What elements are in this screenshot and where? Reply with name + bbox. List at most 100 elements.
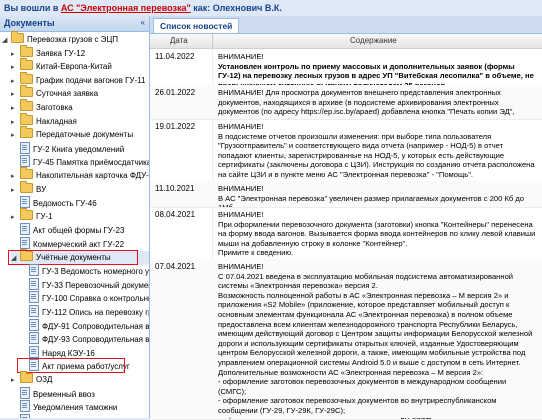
login-suffix: как: Олехнович В.К. [191, 3, 282, 13]
tree-item-label: Накопительная карточка ФДУ-92 [36, 171, 150, 180]
tree-item[interactable]: Ведомость ГУ-46 [11, 196, 149, 210]
news-date: 07.04.2021 [155, 262, 195, 271]
tree-item-label: ГУ-1 [36, 212, 53, 221]
news-date: 11.04.2022 [155, 52, 194, 61]
document-icon [20, 237, 30, 249]
tree-item-label: ФДУ-93 Сопроводительная ведо [42, 335, 150, 344]
tree-item[interactable]: ▸ВУ [11, 183, 149, 197]
tree-item-label: ГУ-45 Памятка приёмосдатчика [33, 158, 150, 167]
sidebar-header: Документы « [0, 16, 149, 32]
tree-item-label: Накладная [36, 117, 77, 126]
tree-item[interactable]: ▸Заявка ГУ-12 [11, 47, 149, 61]
tree-item-label: Временный ввоз [33, 390, 95, 399]
news-content: ВНИМАНИЕ!При оформлении перевозочного до… [218, 210, 536, 258]
document-icon [20, 155, 30, 167]
news-row[interactable]: 11.10.2021 ВНИМАНИЕ!В АС "Электронная пер… [150, 181, 542, 208]
tree-item[interactable]: Уведомления БТЛЦ [11, 414, 149, 418]
news-content: ВНИМАНИЕ!В АС "Электронная перевозка" ув… [218, 184, 536, 208]
highlight-box [9, 251, 137, 264]
tree-item[interactable]: ГУ-112 Опись на перевозку гру [20, 305, 149, 319]
tree-item[interactable]: Акт общей формы ГУ-23 [11, 223, 149, 237]
document-icon [20, 223, 30, 235]
column-header-date[interactable]: Дата [170, 36, 188, 45]
tree-item-label: Акт общей формы ГУ-23 [33, 226, 124, 235]
tree-item[interactable]: ▸Суточная заявка [11, 87, 149, 101]
news-content: ВНИМАНИЕ! Для просмотра документов внешн… [218, 88, 536, 120]
news-text: ВНИМАНИЕ! [218, 210, 536, 220]
tree-item[interactable]: Временный ввоз [11, 387, 149, 401]
tree-item-label: Суточная заявка [36, 89, 98, 98]
news-row[interactable]: 26.01.2022ВНИМАНИЕ! Для просмотра докуме… [150, 85, 542, 120]
tree-item[interactable]: ФДУ-91 Сопроводительная ведо [20, 319, 149, 333]
news-row[interactable]: 19.01.2022ВНИМАНИЕ!В подсистеме отчетов … [150, 119, 542, 182]
tree-item[interactable]: ▸Заготовка [11, 101, 149, 115]
news-content: ВНИМАНИЕ!С 07.04.2021 введена в эксплуат… [218, 262, 536, 420]
tree-item[interactable]: ▸График подачи вагонов ГУ-11 [11, 74, 149, 88]
tree-item[interactable]: ГУ-33 Перевозочный документ [20, 278, 149, 292]
tree-item[interactable]: Коммерческий акт ГУ-22 [11, 237, 149, 251]
news-row[interactable]: 07.04.2021 ВНИМАНИЕ!С 07.04.2021 введена … [150, 259, 542, 420]
folder-icon [20, 183, 33, 193]
tree-item[interactable]: Наряд КЭУ-16 [20, 346, 149, 360]
news-content: ВНИМАНИЕ!Установлен контроль по приему м… [218, 52, 536, 86]
folder-icon [11, 33, 24, 43]
document-icon [29, 346, 39, 358]
tree-item[interactable]: Уведомления таможни [11, 400, 149, 414]
news-text: ВНИМАНИЕ! [218, 262, 536, 272]
sidebar-title: Документы [4, 18, 55, 28]
app-link[interactable]: АС "Электронная перевозка" [61, 3, 191, 13]
document-icon [20, 387, 30, 399]
tree-item-label: Перевозка грузов с ЭЦП [27, 35, 118, 44]
news-row[interactable]: 11.04.2022 ВНИМАНИЕ!Установлен контроль п… [150, 49, 542, 86]
tree-item[interactable]: ▸ГУ-1 [11, 210, 149, 224]
document-icon [29, 278, 39, 290]
tree-item[interactable]: Акт приема работ/услуг [20, 359, 149, 373]
news-text: Дополнительные возможности АС «Электронн… [218, 368, 536, 378]
news-text: ВНИМАНИЕ! [218, 122, 536, 132]
tree-item[interactable]: ◢Учётные документы [11, 251, 149, 265]
document-icon [20, 196, 30, 208]
tree-item-label: ВУ [36, 185, 46, 194]
tree-item-label: Уведомления таможни [33, 403, 117, 412]
tree-item-label: Китай-Европа-Китай [36, 62, 112, 71]
document-icon [29, 305, 39, 317]
tree-item[interactable]: ▸ОЗД [11, 373, 149, 387]
folder-icon [20, 169, 33, 179]
news-text: С 07.04.2021 введена в эксплуатацию моби… [218, 272, 536, 291]
tree-item[interactable]: ГУ-2 Книга уведомлений [11, 142, 149, 156]
tree-item[interactable]: ▸Китай-Европа-Китай [11, 60, 149, 74]
news-text: Примите к сведению. [218, 248, 536, 258]
tree-item-label: ГУ-2 Книга уведомлений [33, 145, 124, 154]
folder-icon [20, 74, 33, 84]
collapse-icon[interactable]: « [141, 18, 145, 27]
document-icon [29, 291, 39, 303]
tree-item[interactable]: ▸Передаточные документы [11, 128, 149, 142]
tree-item[interactable]: ГУ-3 Ведомость номерного учёт [20, 264, 149, 278]
top-bar: Вы вошли в АС "Электронная перевозка" ка… [0, 0, 542, 16]
tree-item[interactable]: ГУ-100 Справка о контрольных [20, 291, 149, 305]
expand-toggle-icon[interactable]: ◢ [2, 34, 11, 48]
column-header-content[interactable]: Содержание [350, 36, 397, 45]
document-icon [29, 332, 39, 344]
tree-item[interactable]: ▸Накопительная карточка ФДУ-92 [11, 169, 149, 183]
folder-icon [20, 115, 33, 125]
tree-item-label: ГУ-112 Опись на перевозку гру [42, 308, 150, 317]
folder-icon [20, 87, 33, 97]
tree-item[interactable]: ▸Накладная [11, 115, 149, 129]
document-icon [20, 414, 30, 418]
tree-item-label: Заготовка [36, 103, 73, 112]
tree-item[interactable]: ГУ-45 Памятка приёмосдатчика [11, 155, 149, 169]
news-date: 11.10.2021 [155, 184, 194, 193]
tree-item-label: ГУ-3 Ведомость номерного учёт [42, 267, 150, 276]
documents-sidebar: Документы « ◢ Перевозка грузов с ЭЦП ▸Заяв… [0, 16, 150, 418]
news-text: Установлен контроль по приему массовых и… [218, 62, 536, 86]
login-info: Вы вошли в АС "Электронная перевозка" ка… [4, 3, 282, 13]
main-panel: Список новостей Дата Содержание 11.04.20… [150, 16, 542, 418]
news-text: ВНИМАНИЕ! [218, 184, 536, 194]
tree-item[interactable]: ФДУ-93 Сопроводительная ведо [20, 332, 149, 346]
tree-item-label: ФДУ-91 Сопроводительная ведо [42, 322, 150, 331]
news-date: 19.01.2022 [155, 122, 195, 131]
tab-news-list[interactable]: Список новостей [153, 18, 239, 33]
news-date: 08.04.2021 [155, 210, 195, 219]
news-row[interactable]: 08.04.2021 ВНИМАНИЕ!При оформлении перево… [150, 207, 542, 260]
